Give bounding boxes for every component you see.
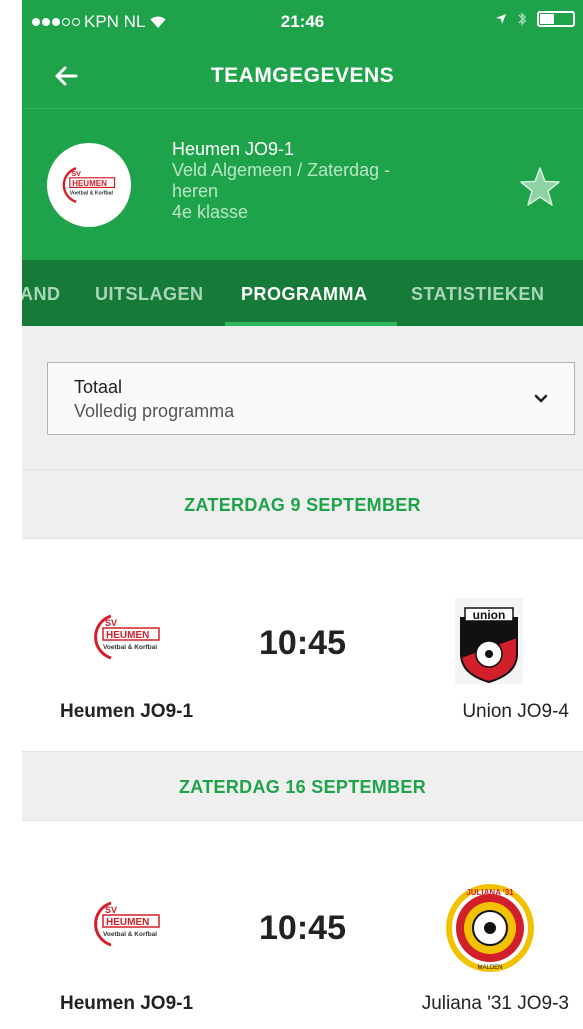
tab-stand[interactable]: AND	[22, 284, 61, 305]
svg-text:Voetbal & Korfbal: Voetbal & Korfbal	[70, 191, 114, 197]
filter-section: Totaal Volledig programma	[22, 326, 583, 469]
team-info: Heumen JO9‑1 Veld Algemeen / Zaterdag ‑ …	[172, 139, 390, 223]
match-row[interactable]: SV HEUMEN Voetbal & Korfbal 10:45 JULIAN…	[22, 821, 583, 1029]
svg-text:union: union	[473, 608, 506, 622]
team-class: 4e klasse	[172, 202, 249, 222]
team-header: SV HEUMEN Voetbal & Korfbal Heumen JO9‑1…	[22, 108, 583, 260]
program-filter-select[interactable]: Totaal Volledig programma	[47, 362, 575, 435]
tab-statistieken[interactable]: STATISTIEKEN	[411, 284, 544, 305]
battery-icon	[537, 11, 575, 27]
favorite-star-icon[interactable]	[519, 166, 561, 208]
nav-bar: TEAMGEGEVENS	[22, 44, 583, 108]
bluetooth-icon	[518, 12, 527, 26]
heumen-logo-icon: SV HEUMEN Voetbal & Korfbal	[62, 167, 116, 203]
home-team-name: Heumen JO9‑1	[60, 993, 194, 1014]
page-title: TEAMGEGEVENS	[210, 64, 395, 87]
tab-bar: AND UITSLAGEN PROGRAMMA STATISTIEKEN	[22, 260, 583, 326]
app-screen: KPN NL 21:46 TEAMGEGEVENS SV HEUMEN Voet…	[22, 0, 583, 1029]
away-team-logo: union	[455, 598, 523, 684]
svg-text:HEUMEN: HEUMEN	[72, 179, 107, 188]
team-name: Heumen JO9‑1	[172, 139, 295, 159]
tab-uitslagen[interactable]: UITSLAGEN	[95, 284, 204, 305]
home-team-name: Heumen JO9‑1	[60, 701, 194, 722]
match-row[interactable]: SV HEUMEN Voetbal & Korfbal 10:45 union …	[22, 539, 583, 751]
away-team-name: Juliana '31 JO9‑3	[421, 993, 569, 1014]
status-bar: KPN NL 21:46	[22, 0, 583, 44]
chevron-down-icon	[534, 394, 548, 403]
svg-text:SV: SV	[71, 169, 81, 178]
status-right	[495, 11, 575, 27]
team-logo: SV HEUMEN Voetbal & Korfbal	[47, 143, 131, 227]
filter-title: Totaal	[74, 377, 123, 397]
tab-programma[interactable]: PROGRAMMA	[241, 284, 368, 305]
team-competition: Veld Algemeen / Zaterdag ‑	[172, 160, 391, 180]
away-team-logo: JULIANA '31 MALDEN	[446, 884, 534, 972]
day-header: ZATERDAG 16 SEPTEMBER	[22, 751, 583, 821]
svg-text:MALDEN: MALDEN	[477, 965, 502, 971]
team-gender: heren	[172, 181, 219, 201]
svg-text:JULIANA '31: JULIANA '31	[466, 888, 514, 897]
filter-value: Volledig programma	[74, 401, 235, 421]
day-header: ZATERDAG 9 SEPTEMBER	[22, 469, 583, 539]
location-arrow-icon	[496, 14, 506, 24]
away-team-name: Union JO9‑4	[462, 701, 569, 722]
content-area: Totaal Volledig programma ZATERDAG 9 SEP…	[22, 326, 583, 1029]
